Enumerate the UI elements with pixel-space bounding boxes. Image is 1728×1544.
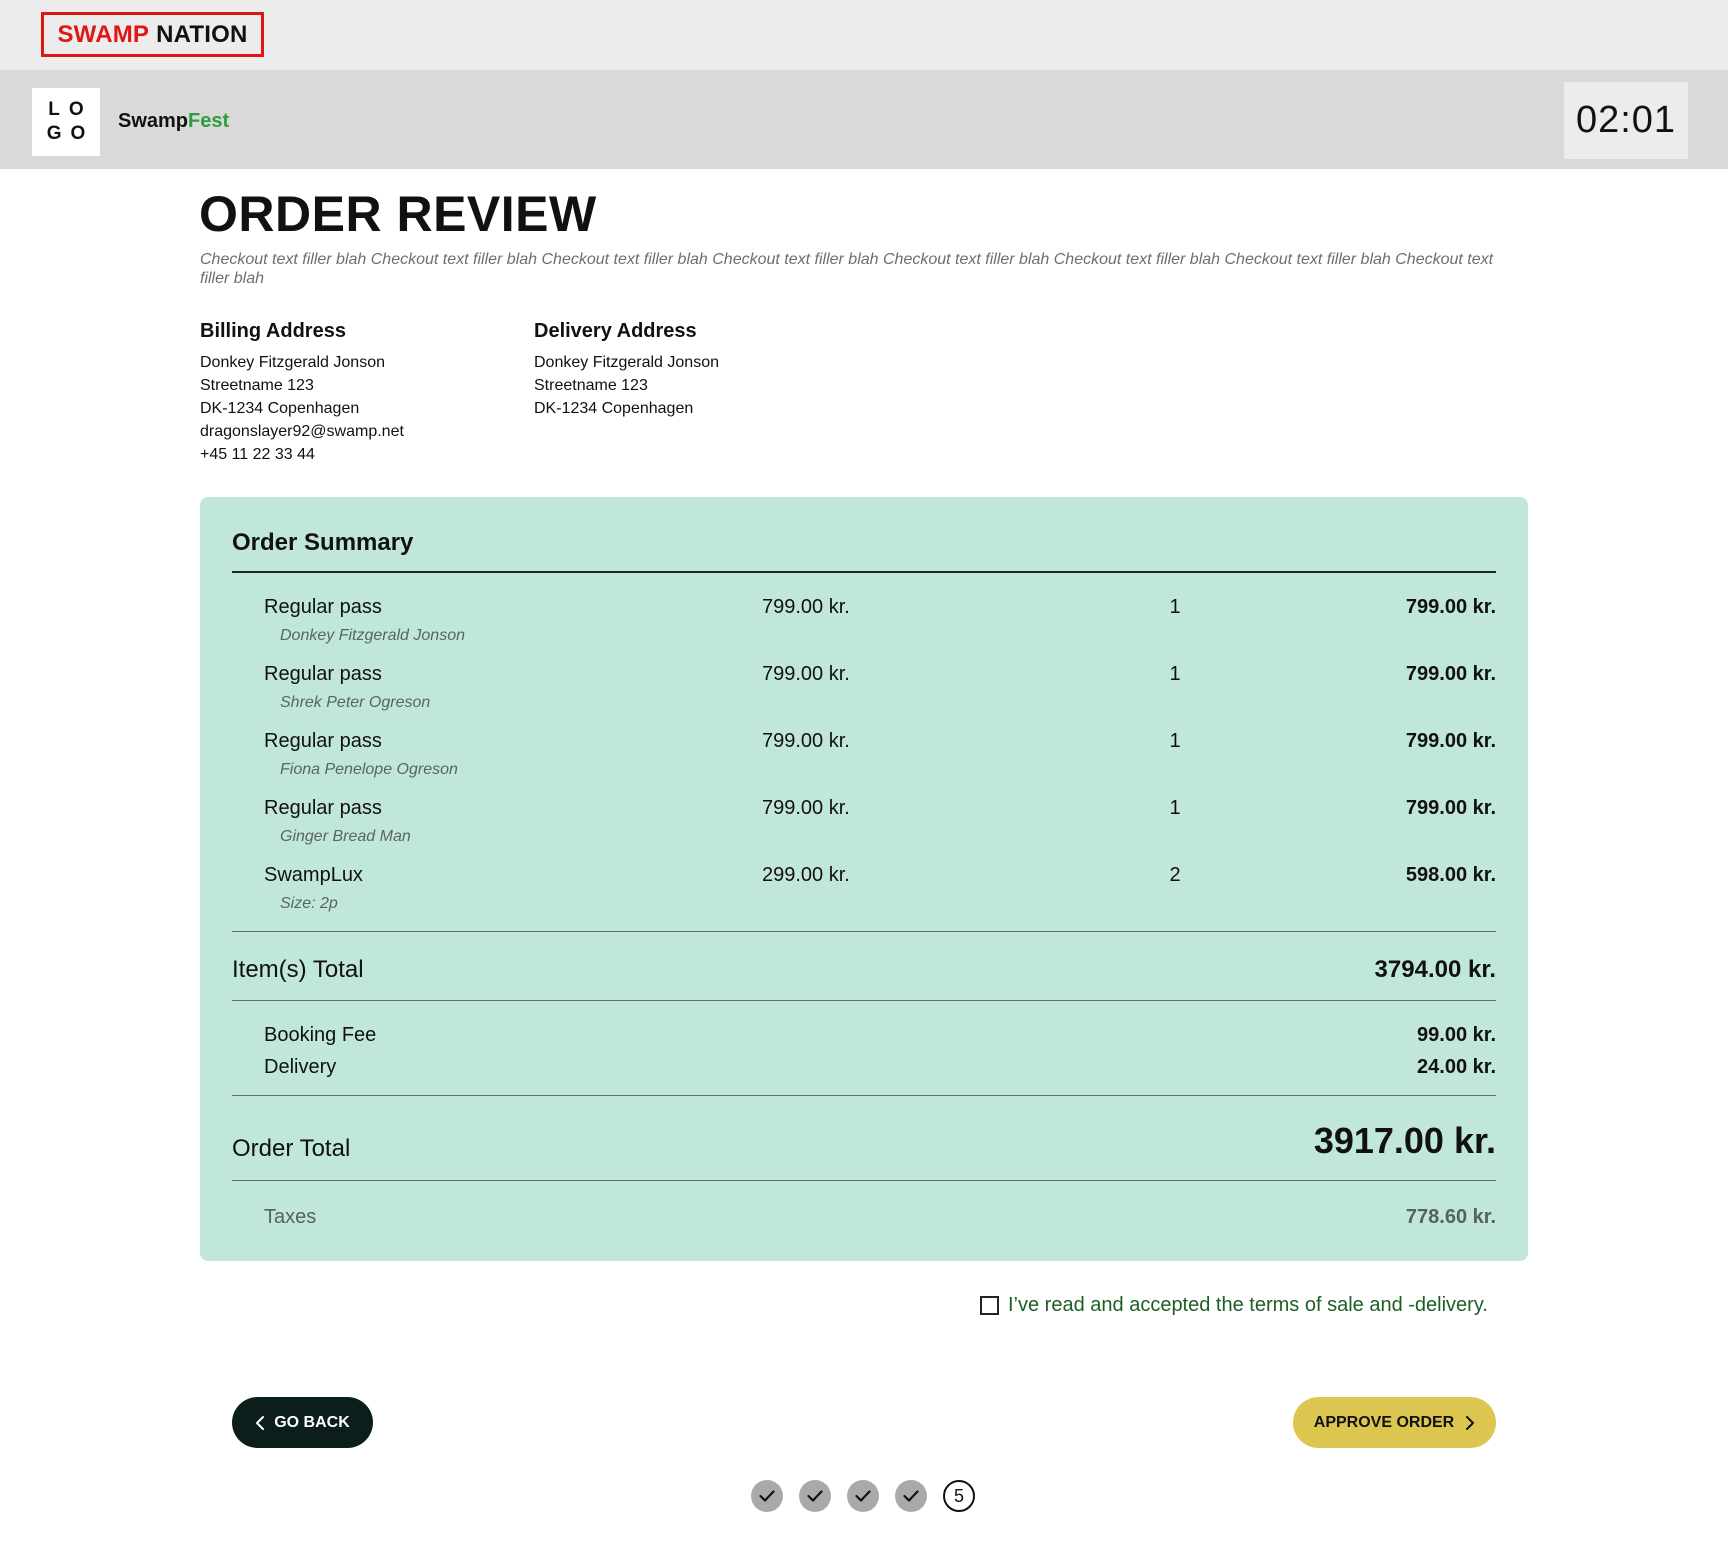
top-brand-bar: SWAMP NATION xyxy=(0,0,1728,70)
go-back-button[interactable]: GO BACK xyxy=(232,1397,373,1448)
item-line-total: 799.00 kr. xyxy=(1405,663,1496,685)
order-item-row: Regular pass Ginger Bread Man 799.00 kr.… xyxy=(200,797,1528,857)
swamp-nation-brand[interactable]: SWAMP NATION xyxy=(41,12,264,57)
page-title: ORDER REVIEW xyxy=(199,186,597,242)
order-item-row: Regular pass Fiona Penelope Ogreson 799.… xyxy=(200,730,1528,790)
logo-line-2: GO xyxy=(46,123,95,144)
terms-acceptance[interactable]: I’ve read and accepted the terms of sale… xyxy=(980,1294,1488,1317)
delivery-city: DK-1234 Copenhagen xyxy=(534,400,694,417)
delivery-address-heading: Delivery Address xyxy=(534,320,697,342)
billing-email: dragonslayer92@swamp.net xyxy=(200,423,404,440)
checkmark-icon xyxy=(903,1490,919,1502)
approve-order-button[interactable]: APPROVE ORDER xyxy=(1293,1397,1496,1448)
step-current: 5 xyxy=(943,1480,975,1512)
items-total-label: Item(s) Total xyxy=(232,956,364,983)
chevron-left-icon xyxy=(256,1415,265,1430)
item-line-total: 598.00 kr. xyxy=(1405,864,1496,886)
terms-label: I’ve read and accepted the terms of sale… xyxy=(1008,1294,1488,1316)
item-detail: Donkey Fitzgerald Jonson xyxy=(280,627,465,644)
taxes-value: 778.60 kr. xyxy=(1405,1206,1496,1228)
billing-street: Streetname 123 xyxy=(200,377,314,394)
item-unit-price: 299.00 kr. xyxy=(762,864,850,886)
chevron-right-icon xyxy=(1466,1415,1475,1430)
checkmark-icon xyxy=(807,1490,823,1502)
item-unit-price: 799.00 kr. xyxy=(762,663,850,685)
site-name-swamp: Swamp xyxy=(118,110,189,132)
brand-part-nation: NATION xyxy=(156,20,248,48)
site-logo[interactable]: LO GO xyxy=(32,88,100,156)
item-line-total: 799.00 kr. xyxy=(1405,730,1496,752)
checkout-timer: 02:01 xyxy=(1564,82,1688,159)
step-completed-4 xyxy=(895,1480,927,1512)
billing-address-heading: Billing Address xyxy=(200,320,346,342)
order-summary-heading: Order Summary xyxy=(232,529,414,556)
order-total-value: 3917.00 kr. xyxy=(1313,1120,1496,1161)
item-quantity: 1 xyxy=(1169,596,1181,618)
item-quantity: 2 xyxy=(1169,864,1181,886)
delivery-street: Streetname 123 xyxy=(534,377,648,394)
checkout-step-indicator: 5 xyxy=(751,1480,975,1512)
summary-divider xyxy=(232,571,1496,573)
item-quantity: 1 xyxy=(1169,797,1181,819)
item-detail: Fiona Penelope Ogreson xyxy=(280,761,458,778)
order-item-row: SwampLux Size: 2p 299.00 kr. 2 598.00 kr… xyxy=(200,864,1528,924)
item-detail: Shrek Peter Ogreson xyxy=(280,694,431,711)
item-unit-price: 799.00 kr. xyxy=(762,596,850,618)
approve-order-label: APPROVE ORDER xyxy=(1313,1413,1455,1431)
item-name: Regular pass xyxy=(264,663,382,685)
brand-part-swamp: SWAMP xyxy=(57,20,150,48)
item-unit-price: 799.00 kr. xyxy=(762,797,850,819)
step-completed-3 xyxy=(847,1480,879,1512)
delivery-address: Delivery Address Donkey Fitzgerald Jonso… xyxy=(534,320,719,420)
logo-line-1: LO xyxy=(48,99,93,120)
summary-divider xyxy=(232,1095,1496,1096)
item-quantity: 1 xyxy=(1169,663,1181,685)
billing-city: DK-1234 Copenhagen xyxy=(200,400,360,417)
page-subtitle: Checkout text filler blah Checkout text … xyxy=(200,251,1494,287)
order-item-row: Regular pass Donkey Fitzgerald Jonson 79… xyxy=(200,596,1528,656)
go-back-label: GO BACK xyxy=(274,1413,350,1431)
order-summary-panel: Order Summary Regular pass Donkey Fitzge… xyxy=(200,497,1528,1261)
delivery-fee-value: 24.00 kr. xyxy=(1417,1056,1496,1078)
item-detail: Size: 2p xyxy=(280,895,338,912)
site-name-fest: Fest xyxy=(188,110,230,132)
item-quantity: 1 xyxy=(1169,730,1181,752)
item-line-total: 799.00 kr. xyxy=(1405,596,1496,618)
delivery-fee-label: Delivery xyxy=(264,1056,337,1078)
summary-divider xyxy=(232,1000,1496,1001)
item-detail: Ginger Bread Man xyxy=(280,828,411,845)
item-unit-price: 799.00 kr. xyxy=(762,730,850,752)
site-name: SwampFest xyxy=(118,110,229,133)
billing-phone: +45 11 22 33 44 xyxy=(200,446,315,463)
item-name: SwampLux xyxy=(264,864,363,886)
billing-name: Donkey Fitzgerald Jonson xyxy=(200,354,385,371)
step-completed-2 xyxy=(799,1480,831,1512)
item-name: Regular pass xyxy=(264,730,382,752)
checkmark-icon xyxy=(759,1490,775,1502)
billing-address: Billing Address Donkey Fitzgerald Jonson… xyxy=(200,320,404,466)
delivery-name: Donkey Fitzgerald Jonson xyxy=(534,354,719,371)
summary-divider xyxy=(232,1180,1496,1181)
site-header: LO GO SwampFest 02:01 xyxy=(0,70,1728,169)
taxes-label: Taxes xyxy=(264,1206,317,1228)
checkmark-icon xyxy=(855,1490,871,1502)
items-total-value: 3794.00 kr. xyxy=(1374,956,1496,983)
terms-checkbox[interactable] xyxy=(980,1296,999,1315)
summary-divider xyxy=(232,931,1496,932)
order-total-label: Order Total xyxy=(232,1135,351,1162)
order-item-row: Regular pass Shrek Peter Ogreson 799.00 … xyxy=(200,663,1528,723)
item-line-total: 799.00 kr. xyxy=(1405,797,1496,819)
booking-fee-label: Booking Fee xyxy=(264,1024,377,1046)
booking-fee-value: 99.00 kr. xyxy=(1417,1024,1496,1046)
item-name: Regular pass xyxy=(264,596,382,618)
step-completed-1 xyxy=(751,1480,783,1512)
item-name: Regular pass xyxy=(264,797,382,819)
